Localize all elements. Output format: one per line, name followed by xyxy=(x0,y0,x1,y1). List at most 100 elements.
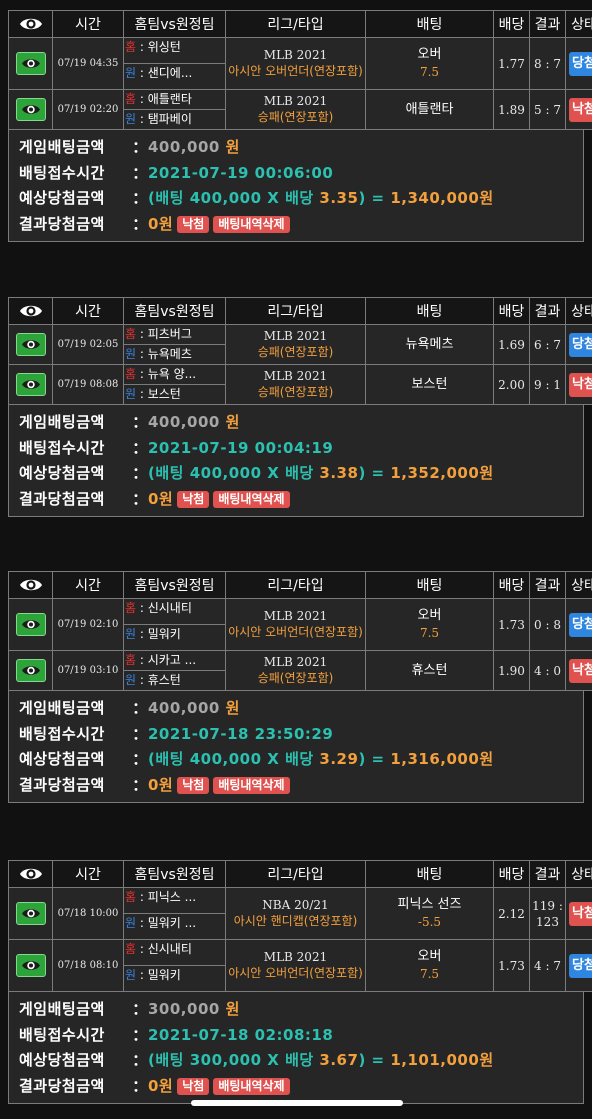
header-odds: 배당 xyxy=(493,10,530,38)
pick-line: -5.5 xyxy=(417,914,442,929)
away-team-cell: 원 : 휴스턴 xyxy=(123,670,226,691)
header-league: 리그/타입 xyxy=(225,297,366,325)
home-team-cell: 홈 : 뉴욕 양... xyxy=(123,364,226,385)
pick-label: 피닉스 선즈 xyxy=(397,896,462,912)
view-game-button[interactable] xyxy=(15,98,46,121)
view-game-button[interactable] xyxy=(15,333,46,356)
eye-icon xyxy=(21,664,41,677)
result-row: 결과당첨금액 ：0원 낙첨 배팅내역삭제 xyxy=(19,212,583,238)
eye-icon xyxy=(21,57,41,70)
status-cell: 당첨 xyxy=(565,598,592,651)
bet-table: 시간 홈팀vs원정팀 리그/타입 배팅 배당 결과 상태 07/19 02:10 홈 : 신시내… xyxy=(8,571,592,691)
bet-type: 아시안 오버언더(연장포함) xyxy=(228,625,363,639)
bet-amount-row: 게임배팅금액 ：300,000 원 xyxy=(19,997,583,1023)
bet-time-label: 배팅접수시간 xyxy=(19,163,105,182)
result-label: 결과당첨금액 xyxy=(19,214,105,233)
eye-icon xyxy=(21,907,41,920)
eye-icon xyxy=(21,959,41,972)
expected-label: 예상당첨금액 xyxy=(19,464,105,482)
league-name: MLB 2021 xyxy=(263,369,328,383)
league-name: MLB 2021 xyxy=(263,48,328,62)
delete-history-button[interactable]: 배팅내역삭제 xyxy=(213,490,290,508)
view-game-button[interactable] xyxy=(15,902,46,925)
bet-amount-label: 게임배팅금액 xyxy=(19,413,105,431)
header-eye xyxy=(8,297,53,325)
header-status: 상태 xyxy=(565,10,592,38)
view-game-button[interactable] xyxy=(15,954,46,977)
game-row[interactable]: 07/19 04:35 홈 : 위싱턴 MLB 2021 아시안 오버언더(연장포함)… xyxy=(8,37,592,90)
game-row[interactable]: 07/19 02:20 홈 : 애틀랜타 MLB 2021 승패(연장포함) 애틀랜타 1… xyxy=(8,89,592,130)
pick-label: 애틀랜타 xyxy=(405,101,454,117)
game-time: 07/19 08:08 xyxy=(52,364,124,405)
eye-icon xyxy=(21,618,41,631)
score-value: 9 : 1 xyxy=(529,364,566,405)
odds-value: 2.12 xyxy=(493,887,530,940)
home-indicator xyxy=(191,1100,403,1106)
status-cell: 낙첨 xyxy=(565,650,592,691)
delete-history-button[interactable]: 배팅내역삭제 xyxy=(213,215,290,233)
bet-slip: 시간 홈팀vs원정팀 리그/타입 배팅 배당 결과 상태 07/19 02:05 홈 : 피츠버… xyxy=(8,297,592,517)
score-value: 6 : 7 xyxy=(529,324,566,365)
header-teams: 홈팀vs원정팀 xyxy=(123,297,226,325)
view-game-button[interactable] xyxy=(15,52,46,75)
bet-summary: 게임배팅금액 ：400,000 원 배팅접수시간 ：2021-07-19 00:04:… xyxy=(8,405,584,517)
view-game-button[interactable] xyxy=(15,659,46,682)
away-team-cell: 원 : 밀워키 xyxy=(123,624,226,651)
view-game-button[interactable] xyxy=(15,373,46,396)
bet-time-row: 배팅접수시간 ：2021-07-19 00:06:00 xyxy=(19,161,583,187)
header-odds: 배당 xyxy=(493,860,530,888)
bet-table: 시간 홈팀vs원정팀 리그/타입 배팅 배당 결과 상태 07/19 04:35 홈 : 위싱턴… xyxy=(8,10,592,130)
home-team-cell: 홈 : 시카고 ... xyxy=(123,650,226,671)
result-status-badge: 낙첨 xyxy=(177,1077,210,1095)
header-status: 상태 xyxy=(565,860,592,888)
bet-time-row: 배팅접수시간 ：2021-07-18 23:50:29 xyxy=(19,722,583,748)
eye-icon xyxy=(9,866,52,882)
game-time: 07/18 08:10 xyxy=(52,939,124,992)
game-row[interactable]: 07/18 08:10 홈 : 신시내티 MLB 2021 아시안 오버언더(연장포함… xyxy=(8,939,592,992)
game-row[interactable]: 07/19 02:10 홈 : 신시내티 MLB 2021 아시안 오버언더(연장포함… xyxy=(8,598,592,651)
bet-amount-label: 게임배팅금액 xyxy=(19,699,105,717)
header-score: 결과 xyxy=(529,297,566,325)
header-time: 시간 xyxy=(52,571,124,599)
pick-cell: 피닉스 선즈 -5.5 xyxy=(365,887,494,940)
league-name: MLB 2021 xyxy=(263,94,328,108)
expected-label: 예상당첨금액 xyxy=(19,1051,105,1069)
table-header: 시간 홈팀vs원정팀 리그/타입 배팅 배당 결과 상태 xyxy=(8,571,592,599)
header-eye xyxy=(8,10,53,38)
result-row: 결과당첨금액 ：0원 낙첨 배팅내역삭제 xyxy=(19,773,583,799)
eye-icon xyxy=(21,103,41,116)
bet-slip: 시간 홈팀vs원정팀 리그/타입 배팅 배당 결과 상태 07/19 04:35 홈 : 위싱턴… xyxy=(8,10,592,242)
pick-label: 뉴욕메츠 xyxy=(405,336,454,352)
eye-icon xyxy=(9,303,52,319)
header-pick: 배팅 xyxy=(365,571,494,599)
game-row[interactable]: 07/18 10:00 홈 : 피닉스 ... NBA 20/21 아시안 핸디캡(연… xyxy=(8,887,592,940)
header-teams: 홈팀vs원정팀 xyxy=(123,571,226,599)
delete-history-button[interactable]: 배팅내역삭제 xyxy=(213,776,290,794)
odds-value: 1.73 xyxy=(493,939,530,992)
header-pick: 배팅 xyxy=(365,10,494,38)
home-team-cell: 홈 : 피츠버그 xyxy=(123,324,226,345)
status-cell: 낙첨 xyxy=(565,887,592,940)
header-odds: 배당 xyxy=(493,297,530,325)
status-cell: 당첨 xyxy=(565,324,592,365)
bet-time-label: 배팅접수시간 xyxy=(19,1025,105,1044)
away-team-cell: 원 : 샌디에... xyxy=(123,63,226,90)
bet-summary: 게임배팅금액 ：300,000 원 배팅접수시간 ：2021-07-18 02:08:… xyxy=(8,992,584,1104)
result-label: 결과당첨금액 xyxy=(19,775,105,794)
delete-history-button[interactable]: 배팅내역삭제 xyxy=(213,1077,290,1095)
game-row[interactable]: 07/19 02:05 홈 : 피츠버그 MLB 2021 승패(연장포함) 뉴욕메츠 1… xyxy=(8,324,592,365)
bet-type: 아시안 오버언더(연장포함) xyxy=(228,966,363,980)
bet-type: 승패(연장포함) xyxy=(257,345,334,359)
game-row[interactable]: 07/19 08:08 홈 : 뉴욕 양... MLB 2021 승패(연장포함) 보스… xyxy=(8,364,592,405)
pick-label: 휴스턴 xyxy=(411,662,448,678)
game-row[interactable]: 07/19 03:10 홈 : 시카고 ... MLB 2021 승패(연장포함) 휴스… xyxy=(8,650,592,691)
bet-type: 승패(연장포함) xyxy=(257,110,334,124)
header-score: 결과 xyxy=(529,860,566,888)
score-value: 8 : 7 xyxy=(529,37,566,90)
view-game-button[interactable] xyxy=(15,613,46,636)
league-cell: NBA 20/21 아시안 핸디캡(연장포함) xyxy=(225,887,366,940)
bet-type: 아시안 핸디캡(연장포함) xyxy=(233,914,358,928)
status-cell: 당첨 xyxy=(565,37,592,90)
score-value: 0 : 8 xyxy=(529,598,566,651)
header-eye xyxy=(8,571,53,599)
